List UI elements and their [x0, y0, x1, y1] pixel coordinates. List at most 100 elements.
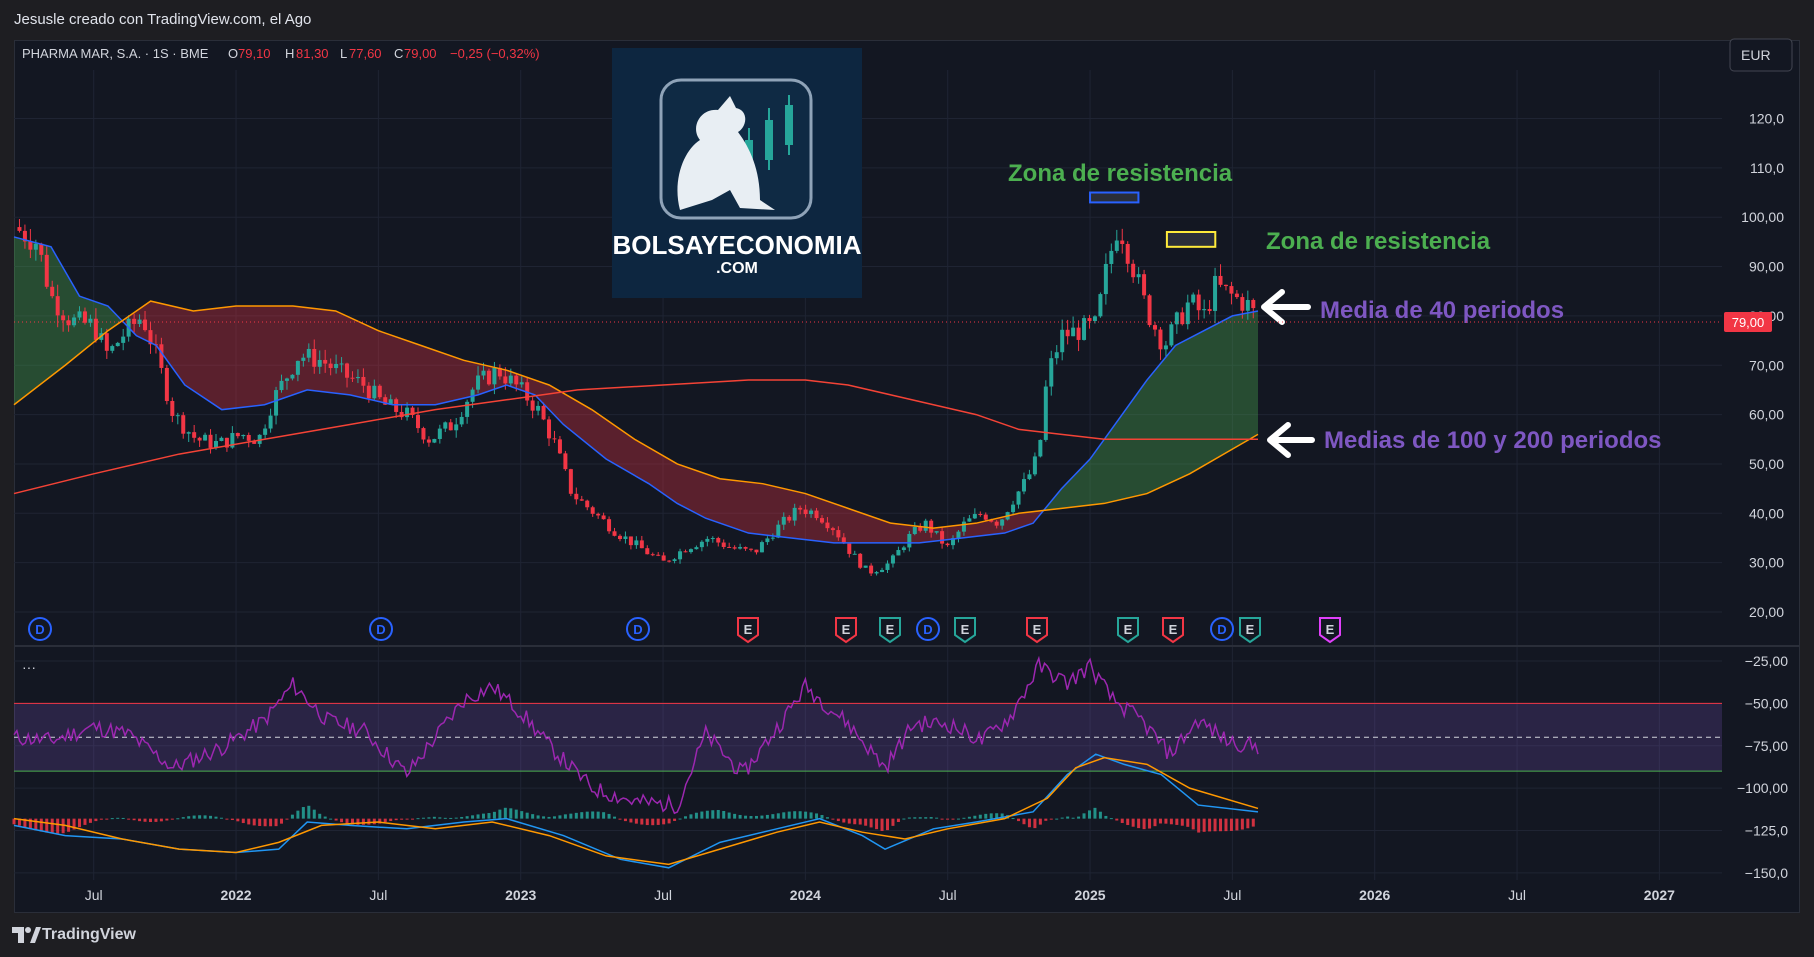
ma-cloud-fill: [125, 301, 1042, 543]
candle-body: [896, 550, 901, 556]
histogram-bar: [956, 818, 960, 820]
candle-body: [1169, 324, 1174, 346]
candle-body: [448, 422, 453, 431]
candle-body: [421, 428, 426, 440]
time-tick-label: Jul: [939, 887, 957, 903]
indicator-menu[interactable]: ···: [22, 659, 36, 675]
histogram-bar: [918, 817, 922, 819]
event-markers[interactable]: DDDEEEDEEEEDEE: [28, 617, 1341, 644]
candle-body: [1196, 294, 1201, 311]
candle-body: [934, 531, 939, 533]
candle-body: [661, 555, 666, 561]
histogram-bar: [443, 817, 447, 819]
candle-body: [1049, 358, 1054, 387]
legend-close-label: C: [394, 46, 403, 61]
candle-body: [798, 507, 803, 510]
candle-body: [503, 376, 508, 384]
candle-body: [819, 518, 824, 523]
candle-body: [443, 422, 448, 429]
histogram-bar: [427, 817, 431, 819]
legend-symbol[interactable]: PHARMA MAR, S.A. · 1S · BME: [22, 46, 209, 61]
candle-body: [246, 434, 251, 441]
candle-body: [1223, 284, 1228, 287]
histogram-bar: [285, 818, 289, 820]
candle-body: [61, 315, 66, 321]
candle-body: [765, 538, 770, 543]
histogram-bar: [1071, 817, 1075, 819]
histogram-bar: [842, 818, 846, 823]
candle-body: [361, 376, 366, 386]
histogram-bar: [558, 815, 562, 819]
candle-body: [688, 549, 693, 553]
candle-body: [885, 563, 890, 570]
histogram-bar: [585, 811, 589, 819]
histogram-bar: [1229, 818, 1233, 831]
candle-body: [1229, 286, 1234, 294]
oscillator-tick-label: −50,00: [1745, 695, 1788, 711]
histogram-bar: [411, 818, 415, 820]
candle-body: [929, 520, 934, 533]
histogram-bar: [749, 816, 753, 819]
candle-body: [743, 547, 748, 549]
candle-body: [1147, 295, 1152, 326]
histogram-bar: [716, 809, 720, 819]
resistance-label-2: Zona de resistencia: [1266, 228, 1491, 255]
event-marker-label: E: [1246, 622, 1255, 637]
histogram-bar: [1169, 818, 1173, 825]
histogram-bar: [454, 817, 458, 819]
candle-body: [858, 553, 863, 568]
candle-body: [923, 520, 928, 531]
footer-brand[interactable]: TradingView: [42, 926, 136, 944]
candle-body: [366, 385, 371, 399]
candle-body: [536, 405, 541, 411]
histogram-bar: [591, 811, 595, 819]
histogram-bar: [214, 816, 218, 819]
histogram-bar: [853, 818, 857, 825]
histogram-bar: [640, 818, 644, 825]
histogram-bar: [290, 814, 294, 819]
candle-body: [279, 380, 284, 391]
histogram-bar: [1082, 813, 1086, 819]
time-axis[interactable]: Jul 2022 Jul 2023 Jul 2024 Jul 2025 Jul 2026 Jul 20…: [85, 887, 1675, 903]
event-marker-label: E: [886, 622, 895, 637]
histogram-bar: [132, 818, 136, 821]
candle-body: [181, 415, 186, 434]
tradingview-logo-icon[interactable]: [12, 925, 42, 945]
candle-body: [1032, 456, 1037, 475]
candle-body: [44, 254, 49, 287]
histogram-bar: [383, 818, 387, 823]
event-marker-label: E: [744, 622, 753, 637]
candle-body: [263, 428, 268, 435]
histogram-bar: [1060, 817, 1064, 819]
candle-body: [1213, 275, 1218, 311]
histogram-bar: [1017, 818, 1021, 822]
histogram-bar: [563, 814, 567, 819]
event-marker-label: E: [961, 622, 970, 637]
price-tick-label: 40,00: [1749, 505, 1784, 521]
histogram-bar: [673, 818, 677, 821]
candle-body: [55, 296, 60, 316]
candle-body: [568, 469, 573, 494]
candle-body: [699, 541, 704, 548]
candle-body: [574, 493, 579, 500]
candle-body: [972, 514, 977, 519]
histogram-bar: [547, 816, 551, 819]
histogram-bar: [1115, 818, 1119, 821]
histogram-bar: [602, 812, 606, 819]
time-tick-label: Jul: [654, 887, 672, 903]
histogram-bar: [487, 813, 491, 819]
histogram-bar: [340, 818, 344, 823]
candle-body: [328, 363, 333, 369]
event-marker-label: D: [1217, 622, 1226, 637]
candle-body: [519, 382, 524, 385]
price-axis[interactable]: 120,0110,0100,0090,0080,0070,0060,0050,0…: [1741, 111, 1784, 621]
histogram-bar: [913, 817, 917, 819]
chart-svg[interactable]: 120,0110,0100,0090,0080,0070,0060,0050,0…: [0, 0, 1814, 957]
histogram-bar: [1164, 818, 1168, 824]
histogram-bar: [891, 818, 895, 826]
oscillator-tick-label: −150,0: [1745, 865, 1788, 881]
histogram-bar: [269, 818, 273, 827]
candle-body: [312, 348, 317, 367]
histogram-bar: [225, 818, 229, 820]
candle-body: [557, 439, 562, 454]
